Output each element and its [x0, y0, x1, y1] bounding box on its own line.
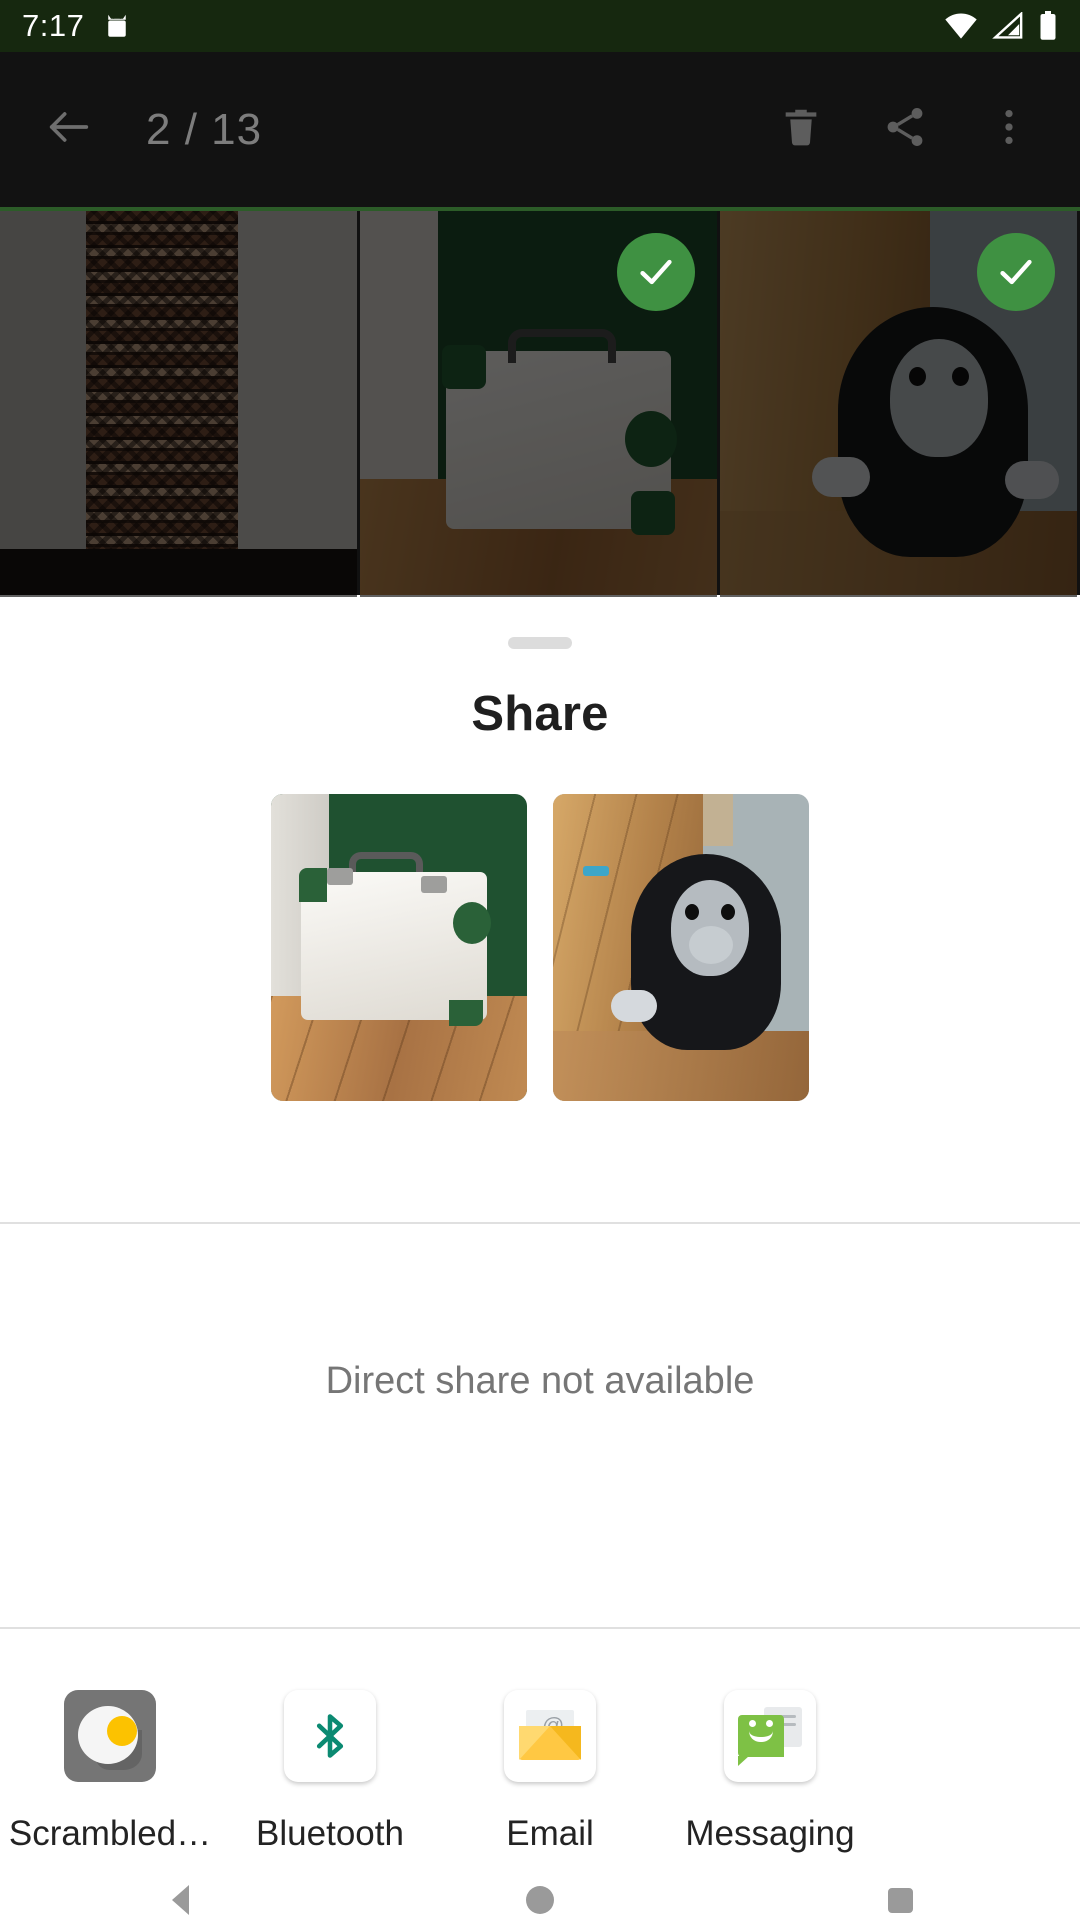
share-target-label: Bluetooth: [256, 1814, 404, 1853]
share-target-label: Scrambled…: [8, 1814, 212, 1853]
share-target-label: Messaging: [685, 1814, 855, 1853]
status-bar: 7:17: [0, 0, 1080, 52]
photo-grid-item[interactable]: [0, 211, 360, 597]
share-icon: [881, 103, 929, 156]
share-target-email[interactable]: @ Email: [440, 1690, 660, 1854]
photo-viewer-toolbar: 2 / 13: [0, 52, 1080, 207]
trash-icon: [778, 104, 824, 155]
bluetooth-icon: [284, 1690, 376, 1782]
back-button[interactable]: [26, 87, 112, 173]
status-bar-left: 7:17: [22, 0, 132, 52]
share-target-list: Scrambled… Bluetooth @ Email: [0, 1690, 1080, 1854]
nav-recents-button[interactable]: [720, 1887, 1080, 1913]
scrambled-exif-icon: [64, 1690, 156, 1782]
share-preview-list: [0, 794, 1080, 1101]
wifi-icon: [944, 12, 978, 40]
photo-grid: [0, 207, 1080, 597]
battery-icon: [1038, 11, 1058, 41]
nav-home-button[interactable]: [360, 1886, 720, 1914]
delete-button[interactable]: [766, 95, 836, 165]
share-sheet: Share Direct share not available Scrambl…: [0, 595, 1080, 1880]
email-envelope-icon: @: [504, 1690, 596, 1782]
share-target-label: Email: [506, 1814, 594, 1853]
more-vert-icon: [989, 104, 1029, 155]
share-target-bluetooth[interactable]: Bluetooth: [220, 1690, 440, 1854]
share-divider-bottom: [0, 1627, 1080, 1629]
share-divider-top: [0, 1222, 1080, 1224]
selection-check-badge[interactable]: [617, 233, 695, 311]
status-bar-clock: 7:17: [22, 8, 85, 43]
share-preview-thumbnail[interactable]: [553, 794, 809, 1101]
share-sheet-title: Share: [471, 687, 609, 741]
share-target-messaging[interactable]: Messaging: [660, 1690, 880, 1854]
drag-handle[interactable]: [508, 637, 572, 649]
messaging-icon: [724, 1690, 816, 1782]
photo-counter: 2 / 13: [146, 104, 263, 154]
toolbar-actions: [766, 95, 1054, 165]
nav-recents-icon: [887, 1887, 913, 1913]
share-button[interactable]: [870, 95, 940, 165]
share-preview-thumbnail[interactable]: [271, 794, 527, 1101]
photo-grid-item[interactable]: [360, 211, 720, 597]
cellular-signal-icon: [992, 12, 1024, 40]
selection-check-badge[interactable]: [977, 233, 1055, 311]
nav-back-icon: [171, 1885, 189, 1915]
status-bar-right: [944, 11, 1058, 41]
grid-scrim: [0, 211, 357, 597]
nav-home-icon: [526, 1886, 554, 1914]
android-robot-icon: [102, 11, 132, 41]
nav-back-button[interactable]: [0, 1885, 360, 1915]
overflow-menu-button[interactable]: [974, 95, 1044, 165]
back-arrow-icon: [43, 101, 95, 158]
share-target-scrambled[interactable]: Scrambled…: [0, 1690, 220, 1854]
system-navigation-bar: [0, 1880, 1080, 1920]
direct-share-empty-state: Direct share not available: [325, 1360, 755, 1402]
photo-grid-item[interactable]: [720, 211, 1080, 597]
